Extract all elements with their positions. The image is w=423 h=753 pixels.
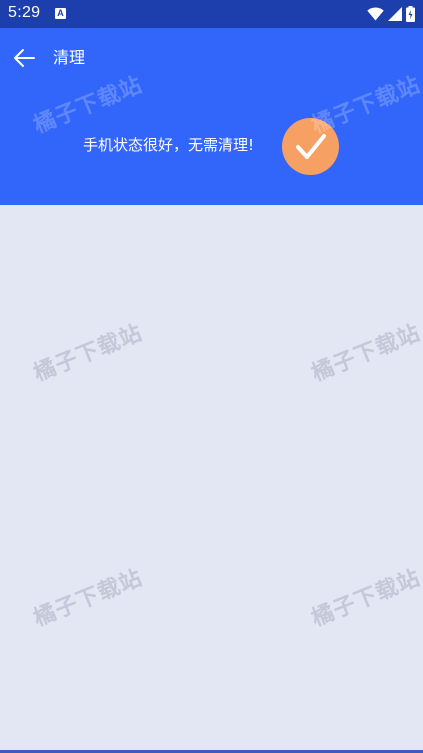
arrow-left-icon: [14, 49, 35, 67]
check-badge: [282, 118, 339, 175]
status-bar: 5:29 A: [0, 0, 423, 28]
status-icons: [367, 6, 415, 22]
back-button[interactable]: [10, 44, 38, 72]
content-area: [0, 205, 423, 751]
wifi-icon: [367, 7, 384, 21]
battery-icon: [406, 6, 415, 22]
app-bar: 清理 手机状态很好，无需清理!: [0, 28, 423, 205]
status-time: 5:29: [8, 4, 41, 21]
page-title: 清理: [53, 48, 86, 67]
a-letter-icon: A: [55, 8, 66, 19]
checkmark-icon: [295, 133, 326, 159]
cell-signal-icon: [388, 7, 402, 21]
status-message: 手机状态很好，无需清理!: [83, 136, 255, 154]
